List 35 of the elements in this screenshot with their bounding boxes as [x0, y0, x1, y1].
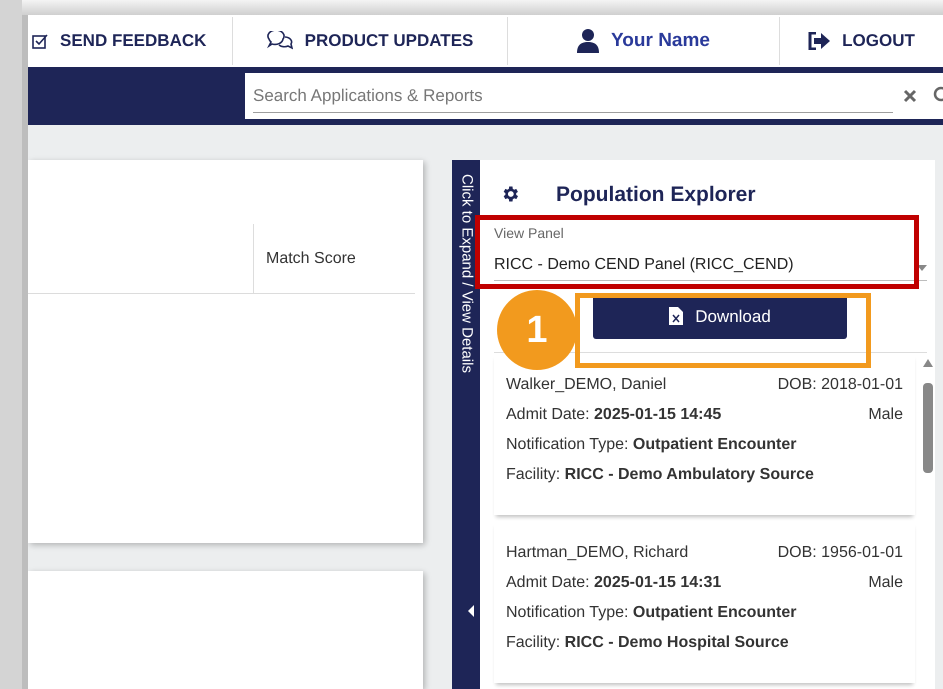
user-menu[interactable]: Your Name	[508, 17, 780, 65]
patient-field: Facility: RICC - Demo Ambulatory Source	[506, 463, 814, 487]
sex-text: Male	[868, 405, 903, 425]
nav-link[interactable]: LOGOUT	[780, 15, 943, 67]
dob-text: DOB: 1956-01-01	[778, 543, 903, 563]
user-icon	[577, 29, 600, 53]
search-field[interactable]: Search Applications & Reports	[245, 73, 943, 119]
dropdown-arrow-icon	[917, 264, 927, 271]
patient-card[interactable]: Walker_DEMO, Daniel DOB: 2018-01-01 Admit Date: 2025-01-15 14:45 Male Notification Type: Outpatient Encounter Facility: RICC - Demo Ambulatory Source	[494, 353, 915, 515]
view-panel-dropdown[interactable]: View Panel RICC - Demo CEND Panel (RICC_CEND)	[494, 228, 927, 281]
column-header[interactable]: Match Score	[253, 224, 415, 293]
excel-file-icon	[669, 307, 684, 326]
dob-text: DOB: 2018-01-01	[778, 375, 903, 395]
nav-link[interactable]: SEND FEEDBACK	[28, 17, 233, 65]
field-value: RICC - Demo CEND Panel (RICC_CEND)	[494, 254, 794, 275]
scrollbar[interactable]	[923, 383, 933, 473]
close-icon[interactable]	[903, 89, 917, 103]
scroll-up-icon[interactable]	[923, 359, 933, 367]
checkbox-icon	[32, 33, 48, 49]
sex-text: Male	[868, 573, 903, 593]
patient-card[interactable]: Hartman_DEMO, Richard DOB: 1956-01-01 Admit Date: 2025-01-15 14:31 Male Notification Type: Outpatient Encounter Facility: RICC - Demo Hospital Source	[494, 521, 915, 683]
patient-field: Admit Date: 2025-01-15 14:31	[506, 571, 722, 595]
nav-link[interactable]: PRODUCT UPDATES	[233, 17, 508, 65]
side-tab[interactable]: Click to Expand / View Details	[452, 160, 480, 689]
caret-icon	[468, 605, 474, 617]
patient-field: Notification Type: Outpatient Encounter	[506, 433, 796, 457]
side-tab-label: Click to Expand / View Details	[457, 174, 476, 373]
panel-title: Population Explorer	[556, 182, 756, 208]
patient-field: Admit Date: 2025-01-15 14:45	[506, 403, 722, 427]
chat-bubbles-icon	[266, 31, 293, 51]
patient-field: Facility: RICC - Demo Hospital Source	[506, 631, 789, 655]
patient-field: Walker_DEMO, Daniel	[506, 373, 666, 397]
patient-field: Hartman_DEMO, Richard	[506, 541, 688, 565]
patient-field: Notification Type: Outpatient Encounter	[506, 601, 796, 625]
logout-icon	[808, 32, 830, 50]
